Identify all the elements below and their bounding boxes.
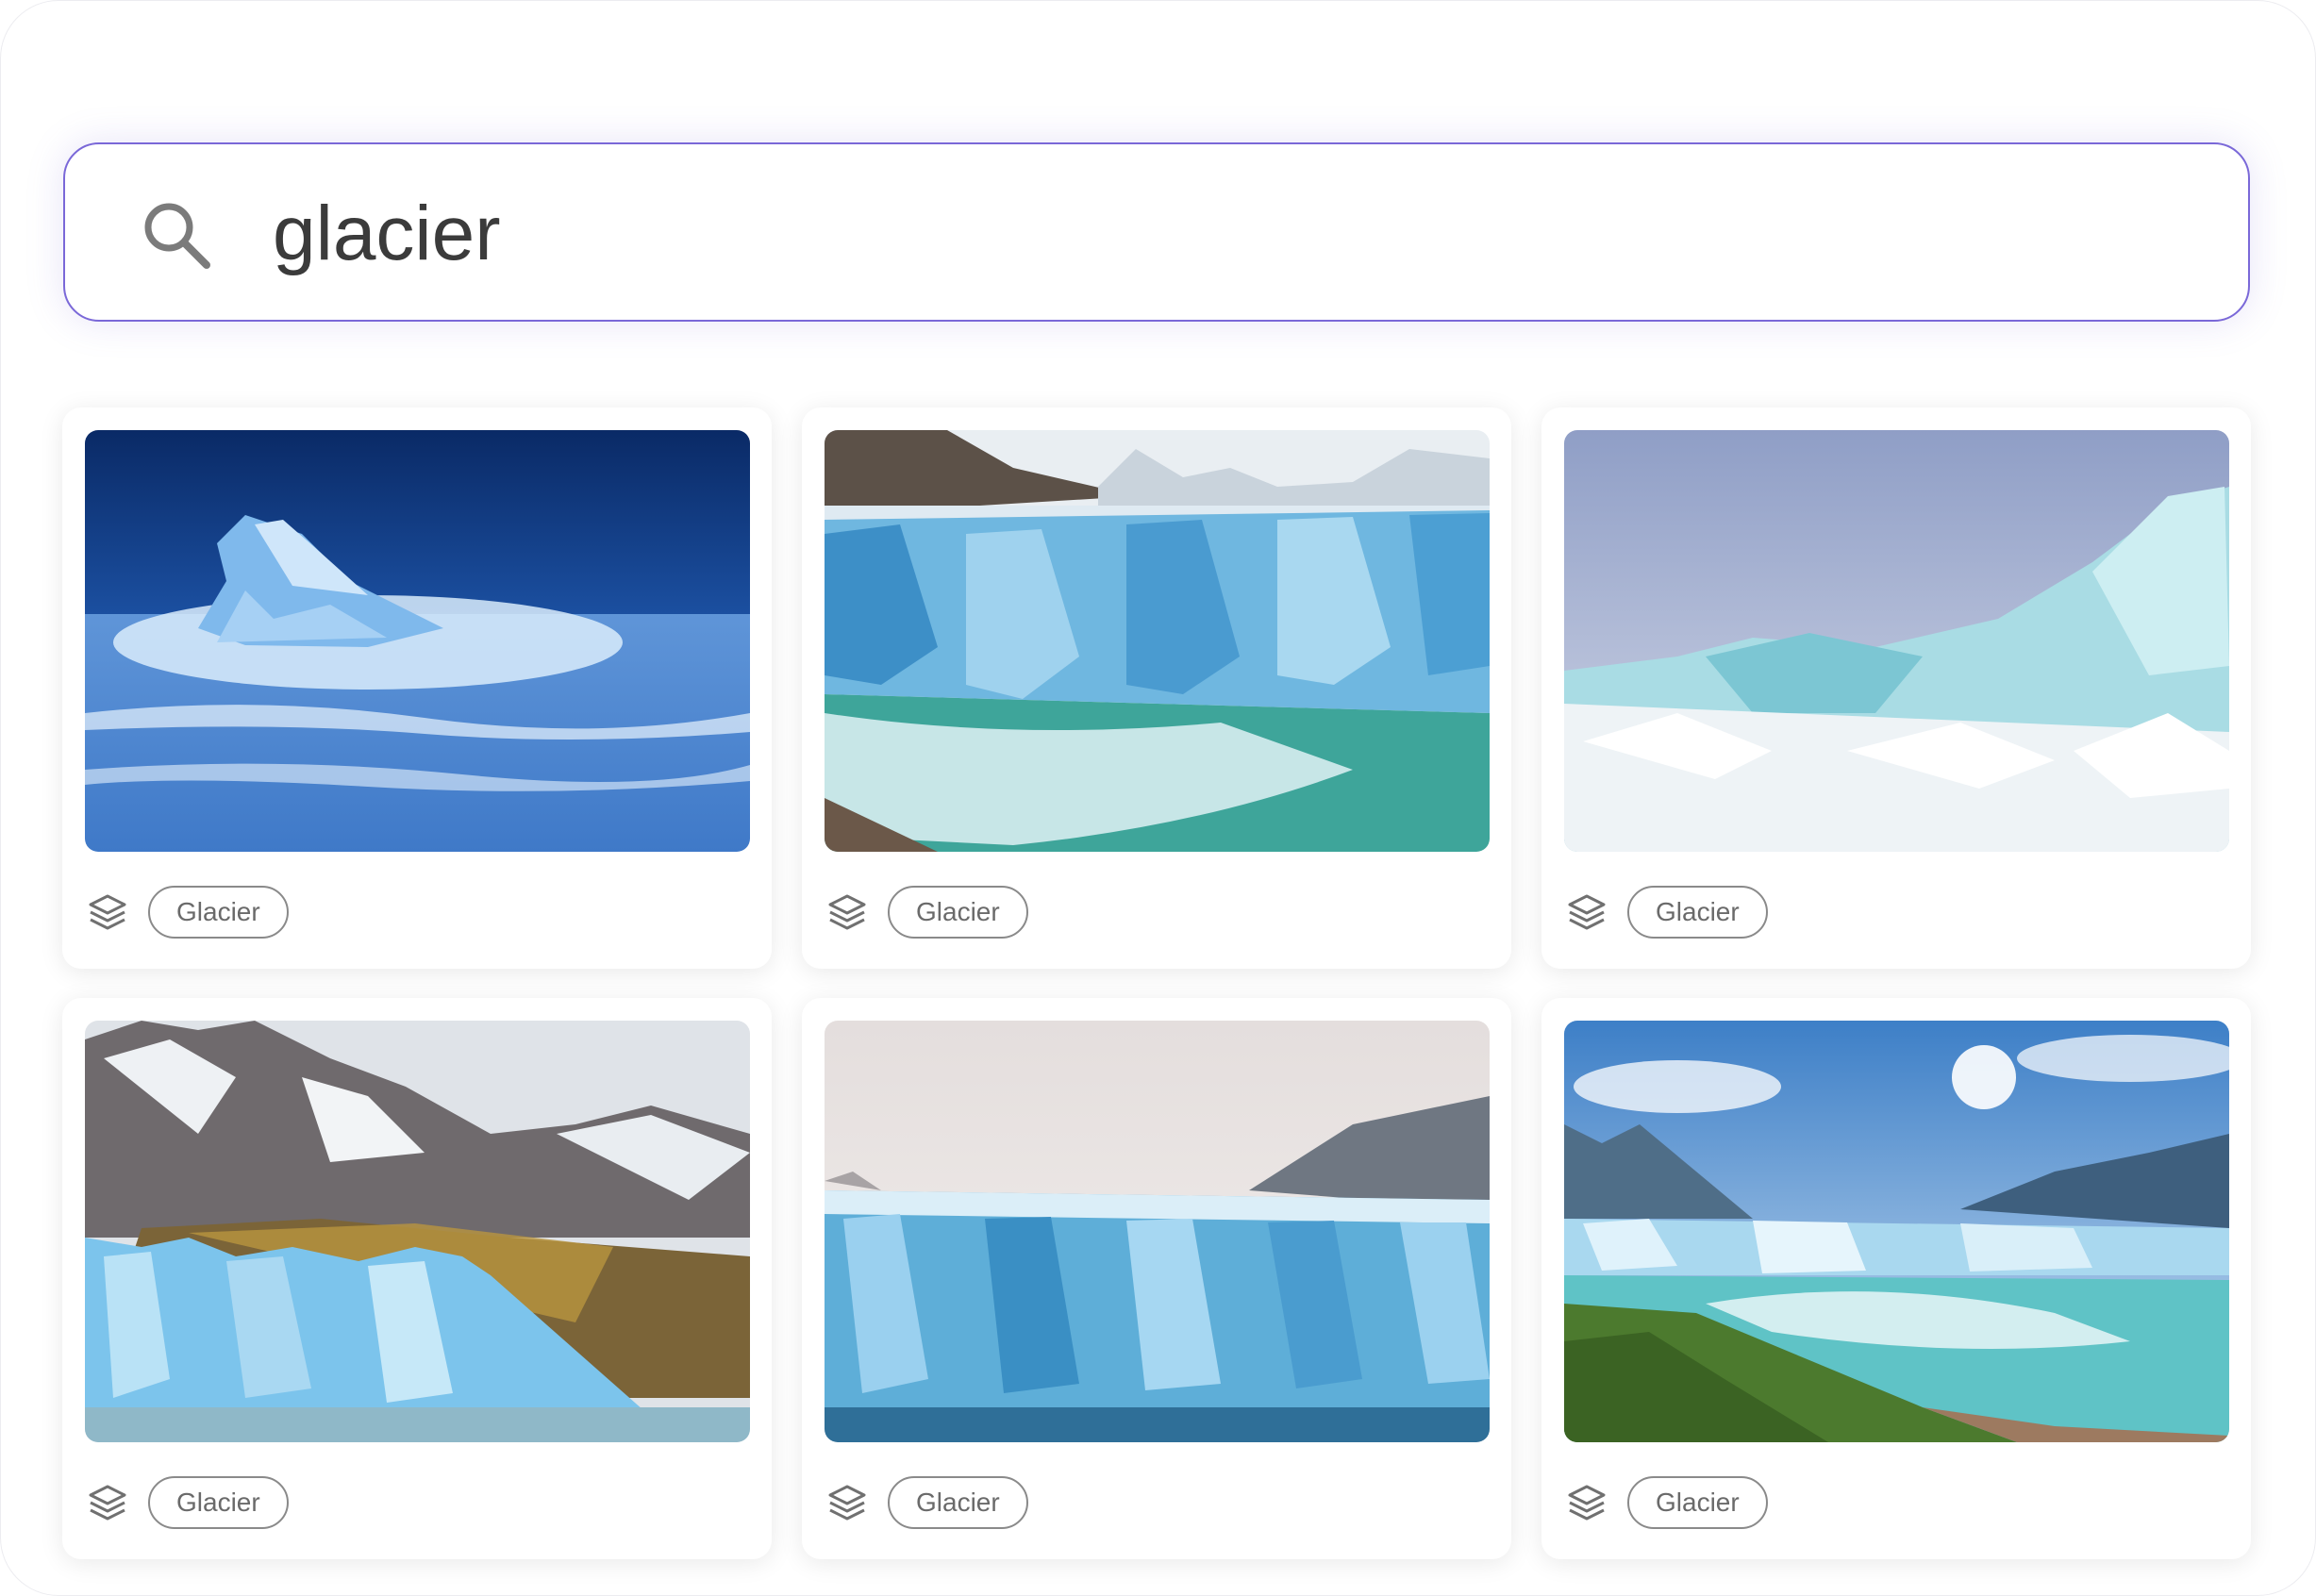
search-bar[interactable] [63,142,2250,322]
layers-icon [1568,1485,1606,1521]
tag-chip[interactable]: Glacier [1627,1476,1768,1529]
search-input[interactable] [273,173,2159,295]
app-frame: Glacier [0,0,2316,1596]
result-image[interactable] [85,1021,750,1442]
result-card[interactable]: Glacier [62,998,772,1559]
layers-icon [89,894,126,930]
layers-icon [828,894,866,930]
results-grid: Glacier Glacier Glacier Glacier Glacier … [62,407,2251,1559]
layers-icon [1568,894,1606,930]
tag-chip[interactable]: Glacier [148,1476,289,1529]
result-image[interactable] [1564,1021,2229,1442]
result-card[interactable]: Glacier [1541,407,2251,969]
tag-chip[interactable]: Glacier [888,1476,1028,1529]
tag-chip[interactable]: Glacier [1627,886,1768,939]
layers-icon [89,1485,126,1521]
tag-chip[interactable]: Glacier [148,886,289,939]
search-icon [144,203,210,269]
result-image[interactable] [85,430,750,852]
result-card[interactable]: Glacier [802,407,1511,969]
result-image[interactable] [825,430,1490,852]
layers-icon [828,1485,866,1521]
tag-chip[interactable]: Glacier [888,886,1028,939]
result-card[interactable]: Glacier [802,998,1511,1559]
result-image[interactable] [1564,430,2229,852]
result-card[interactable]: Glacier [1541,998,2251,1559]
result-image[interactable] [825,1021,1490,1442]
result-card[interactable]: Glacier [62,407,772,969]
